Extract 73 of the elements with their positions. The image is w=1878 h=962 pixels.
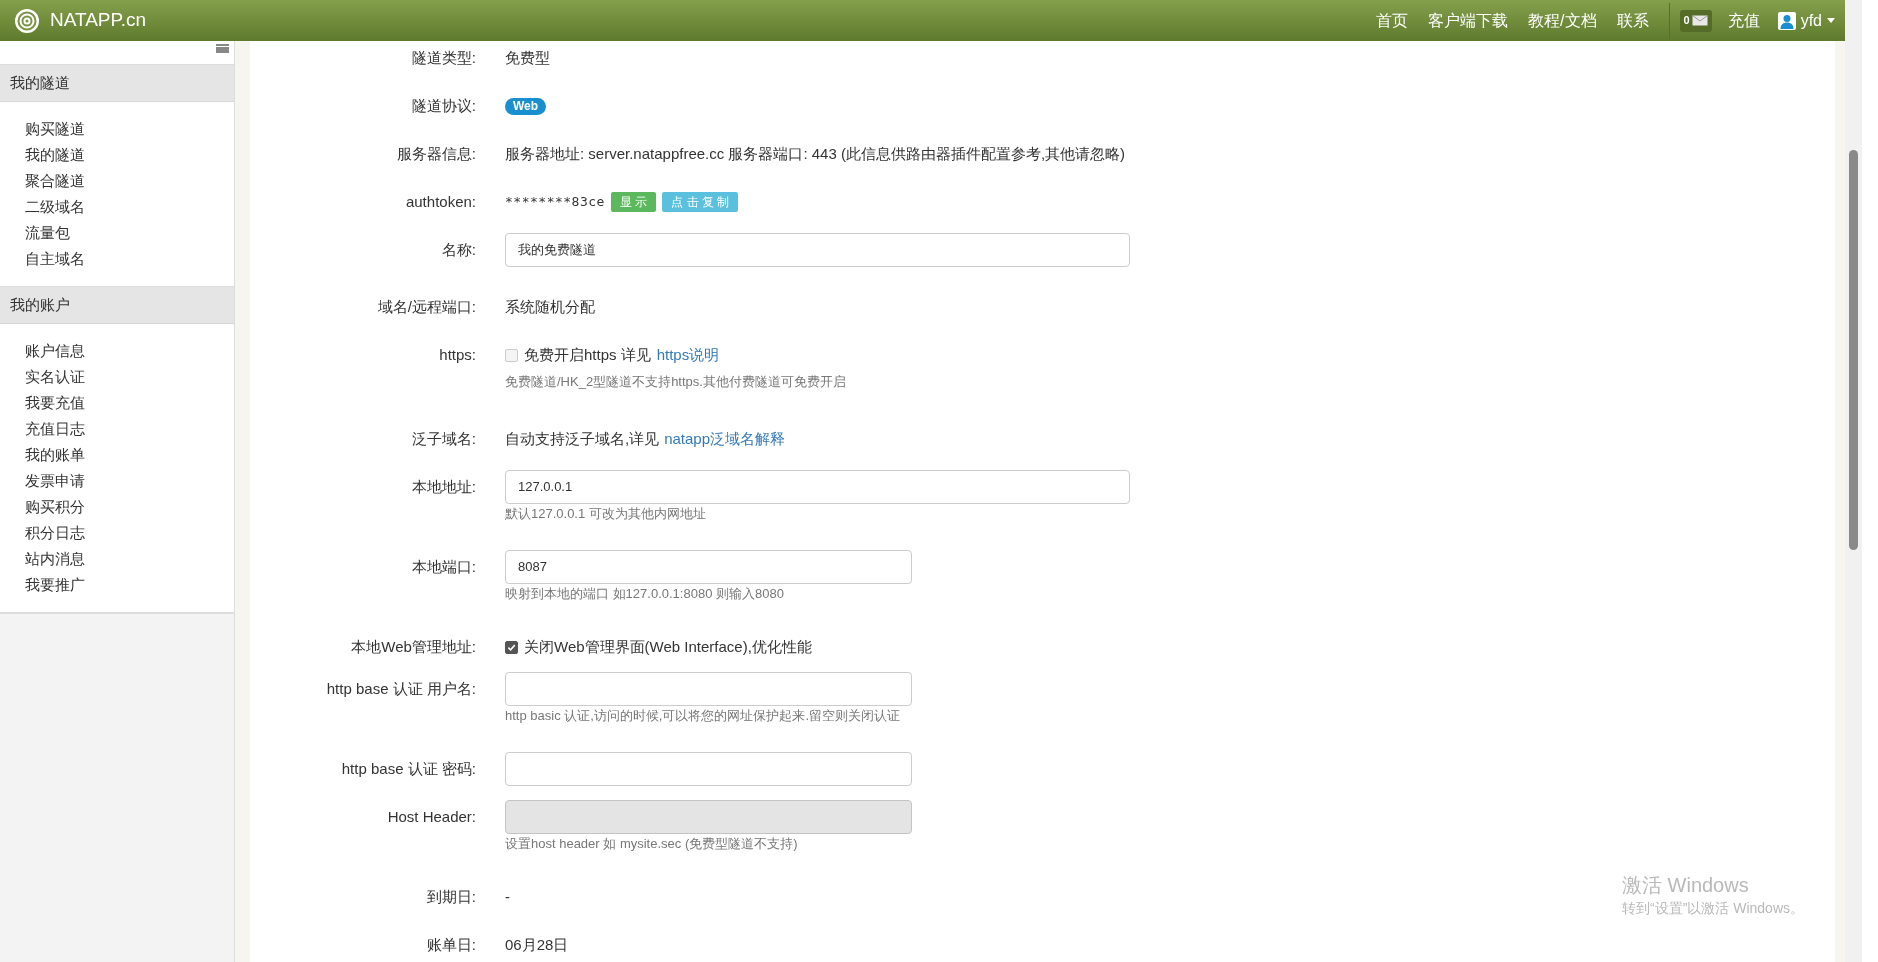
field-label: authtoken: [405, 193, 476, 210]
help-link[interactable]: natapp泛域名解释 [664, 427, 786, 451]
sidebar-section-header: 我的账户 [0, 287, 234, 324]
sidebar-item[interactable]: 购买积分 [0, 494, 234, 520]
checkbox-label: 免费开启https 详见 [524, 344, 651, 365]
sidebar-item[interactable]: 我的账单 [0, 442, 234, 468]
field-label: 域名/远程端口: [377, 298, 476, 315]
help-text: 映射到本地的端口 如127.0.0.1:8080 则输入8080 [505, 585, 785, 603]
activation-title: 激活 Windows [1622, 873, 1750, 898]
checkbox-label: 关闭Web管理界面(Web Interface),优化性能 [524, 636, 812, 657]
field-label: https: [439, 346, 476, 363]
field-label: 账单日: [426, 936, 476, 953]
field-value: - [505, 887, 510, 907]
user-menu[interactable]: yfd [1777, 8, 1835, 33]
sidebar-item[interactable]: 发票申请 [0, 468, 234, 494]
field-label: 隧道协议: [411, 97, 476, 114]
field-label: http base 认证 用户名: [326, 680, 476, 697]
sidebar-item[interactable]: 我的隧道 [0, 142, 234, 168]
help-text: 免费隧道/HK_2型隧道不支持https.其他付费隧道可免费开启 [505, 373, 846, 391]
field-label: 本地地址: [411, 478, 476, 495]
sidebar-item[interactable]: 流量包 [0, 220, 234, 246]
recharge-link[interactable]: 充值 [1721, 8, 1766, 33]
envelope-icon [1691, 15, 1708, 26]
menu-icon[interactable] [216, 44, 229, 53]
sidebar-item[interactable]: 自主域名 [0, 246, 234, 272]
nav-link[interactable]: 教程/文档 [1518, 8, 1607, 33]
nav-link[interactable]: 客户端下载 [1418, 8, 1519, 33]
text-input[interactable]: 我的免费隧道 [505, 233, 1130, 267]
field-label: 名称: [441, 241, 476, 258]
text-input[interactable] [505, 752, 912, 786]
token-value: ********83ce [505, 193, 605, 212]
help-text: 默认127.0.0.1 可改为其他内网地址 [505, 505, 707, 523]
field-label: 本地端口: [411, 558, 476, 575]
field-value: 06月28日 [505, 935, 569, 955]
protocol-badge: Web [505, 97, 547, 115]
field-label: http base 认证 密码: [341, 760, 476, 777]
sidebar-item[interactable]: 充值日志 [0, 416, 234, 442]
sidebar-item[interactable]: 实名认证 [0, 364, 234, 390]
field-value: 免费型 [505, 48, 550, 68]
field-label: 本地Web管理地址: [351, 638, 476, 655]
field-value: 自动支持泛子域名,详见 [505, 428, 660, 449]
sidebar-item[interactable]: 积分日志 [0, 520, 234, 546]
help-text: http basic 认证,访问的时候,可以将您的网址保护起来.留空则关闭认证 [505, 707, 902, 725]
field-label: 泛子域名: [411, 430, 476, 447]
user-name: yfd [1800, 10, 1822, 31]
nav-link[interactable]: 联系 [1606, 8, 1659, 33]
field-label: 服务器信息: [396, 145, 476, 162]
user-icon [1777, 11, 1796, 30]
checkbox[interactable] [505, 640, 518, 654]
sidebar-item[interactable]: 我要推广 [0, 572, 234, 598]
sidebar-section-header: 我的隧道 [0, 65, 234, 102]
text-input[interactable]: 8087 [505, 550, 912, 584]
sidebar-item[interactable]: 我要充值 [0, 390, 234, 416]
sidebar-item[interactable]: 聚合隧道 [0, 168, 234, 194]
field-label: 到期日: [426, 888, 476, 905]
sidebar-item[interactable]: 站内消息 [0, 546, 234, 572]
sidebar-item[interactable]: 账户信息 [0, 338, 234, 364]
text-input[interactable] [505, 672, 912, 706]
field-value: 服务器地址: server.natappfree.cc 服务器端口: 443 (此信息供路由器插件配置参考,其他请忽略) [505, 144, 1126, 164]
caret-icon [1827, 18, 1835, 23]
scrollbar[interactable] [1845, 0, 1862, 962]
message-badge[interactable]: 0 [1679, 9, 1712, 32]
help-text: 设置host header 如 mysite.sec (免费型隧道不支持) [505, 835, 799, 853]
sidebar-item[interactable]: 购买隧道 [0, 116, 234, 142]
nav-link[interactable]: 首页 [1366, 8, 1419, 33]
sidebar-item[interactable]: 二级域名 [0, 194, 234, 220]
field-label: Host Header: [387, 808, 476, 825]
text-input[interactable]: 127.0.0.1 [505, 470, 1130, 504]
field-label: 隧道类型: [411, 49, 476, 66]
field-value: 系统随机分配 [505, 297, 595, 317]
brand-name[interactable]: NATAPP.cn [50, 6, 147, 35]
spiral-logo-icon [14, 7, 40, 34]
activation-text: 转到“设置”以激活 Windows。 [1622, 899, 1804, 918]
